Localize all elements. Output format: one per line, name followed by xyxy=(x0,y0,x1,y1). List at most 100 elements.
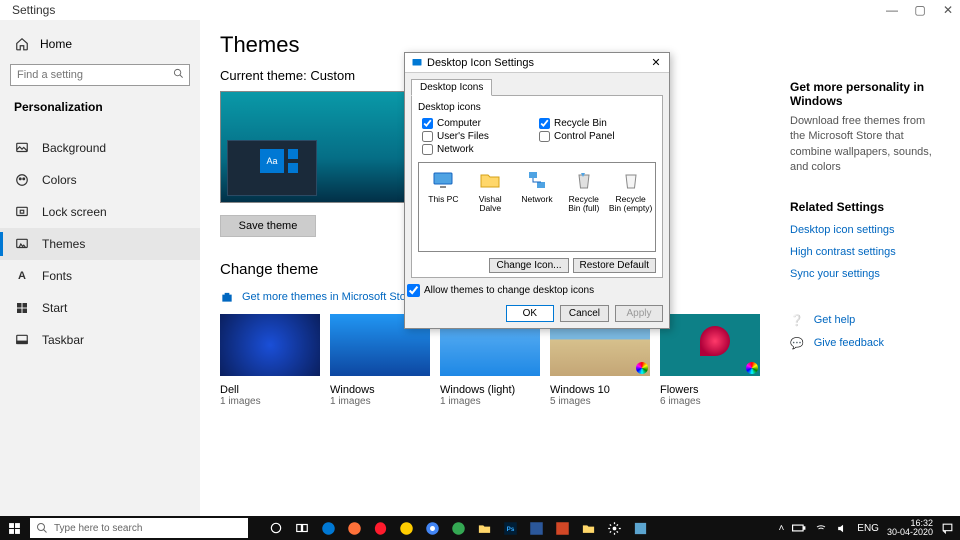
right-column: Get more personality in Windows Download… xyxy=(790,80,940,360)
app-icon[interactable] xyxy=(448,518,468,538)
network-icon xyxy=(524,167,550,193)
window-title: Settings xyxy=(12,3,55,17)
home-icon xyxy=(14,36,30,52)
icon-item[interactable]: Recycle Bin (empty) xyxy=(609,167,653,214)
desktop-icons-group-label: Desktop icons xyxy=(418,102,656,113)
taskview-icon[interactable] xyxy=(292,518,312,538)
icon-item[interactable]: Network xyxy=(515,167,559,204)
theme-name: Flowers xyxy=(660,384,760,396)
file-explorer-icon[interactable] xyxy=(474,518,494,538)
cancel-button[interactable]: Cancel xyxy=(560,305,609,322)
checkbox-label: User's Files xyxy=(437,131,489,142)
desktop-icon-settings-link[interactable]: Desktop icon settings xyxy=(790,224,940,236)
taskbar-search[interactable]: Type here to search xyxy=(30,518,248,538)
icon-label: Recycle Bin (empty) xyxy=(609,194,652,213)
tray-chevron-icon[interactable]: ˄ xyxy=(778,523,784,534)
language-indicator[interactable]: ENG xyxy=(857,523,879,534)
start-button[interactable] xyxy=(0,516,28,540)
volume-icon[interactable] xyxy=(836,522,849,535)
battery-icon[interactable] xyxy=(792,523,806,533)
svg-text:Ps: Ps xyxy=(506,526,514,533)
theme-card[interactable]: Dell 1 images xyxy=(220,314,320,407)
sidebar-item-fonts[interactable]: A Fonts xyxy=(0,260,200,292)
clock[interactable]: 16:32 30-04-2020 xyxy=(887,519,933,537)
chrome-canary-icon[interactable] xyxy=(396,518,416,538)
sidebar: Home Personalization Background Colors L… xyxy=(0,20,200,516)
dialog-tab[interactable]: Desktop Icons xyxy=(411,79,492,96)
get-help-link[interactable]: ❔ Get help xyxy=(790,314,940,327)
multi-wallpaper-icon xyxy=(746,362,758,374)
taskbar: Type here to search Ps ˄ ENG 16:32 30-04… xyxy=(0,516,960,540)
icon-item[interactable]: Recycle Bin (full) xyxy=(562,167,606,214)
minimize-button[interactable]: — xyxy=(886,3,898,17)
dialog-close-button[interactable]: ✕ xyxy=(649,56,663,69)
change-icon-button[interactable]: Change Icon... xyxy=(489,258,568,273)
restore-default-button[interactable]: Restore Default xyxy=(573,258,656,273)
computer-checkbox[interactable]: Computer xyxy=(422,117,539,130)
control-panel-checkbox[interactable]: Control Panel xyxy=(539,130,656,143)
sidebar-item-background[interactable]: Background xyxy=(0,132,200,164)
theme-card[interactable]: Flowers 6 images xyxy=(660,314,760,407)
theme-thumb xyxy=(220,314,320,376)
powerpoint-icon[interactable] xyxy=(552,518,572,538)
chrome-icon[interactable] xyxy=(422,518,442,538)
icon-item[interactable]: Vishal Dalve xyxy=(468,167,512,214)
maximize-button[interactable]: ▢ xyxy=(914,3,926,17)
wifi-icon[interactable] xyxy=(814,522,828,534)
icon-preview-list[interactable]: This PC Vishal Dalve Network Recycle Bin… xyxy=(418,162,656,252)
right-heading: Get more personality in Windows xyxy=(790,80,940,108)
photoshop-icon[interactable]: Ps xyxy=(500,518,520,538)
home-nav[interactable]: Home xyxy=(0,30,200,58)
save-theme-button[interactable]: Save theme xyxy=(220,215,316,237)
start-icon xyxy=(14,300,30,316)
settings-icon[interactable] xyxy=(604,518,624,538)
ok-button[interactable]: OK xyxy=(506,305,554,322)
dialog-title: Desktop Icon Settings xyxy=(427,57,534,69)
opera-icon[interactable] xyxy=(370,518,390,538)
store-icon xyxy=(220,290,234,304)
taskbar-search-placeholder: Type here to search xyxy=(54,523,142,534)
cortana-icon[interactable] xyxy=(266,518,286,538)
users-files-checkbox[interactable]: User's Files xyxy=(422,130,539,143)
recycle-bin-checkbox[interactable]: Recycle Bin xyxy=(539,117,656,130)
firefox-icon[interactable] xyxy=(344,518,364,538)
sidebar-item-start[interactable]: Start xyxy=(0,292,200,324)
folder-icon[interactable] xyxy=(578,518,598,538)
theme-name: Windows 10 xyxy=(550,384,650,396)
sidebar-item-colors[interactable]: Colors xyxy=(0,164,200,196)
recycle-full-icon xyxy=(571,167,597,193)
preview-tile xyxy=(288,163,298,173)
icon-label: Network xyxy=(521,194,552,204)
app-icon[interactable] xyxy=(630,518,650,538)
preview-startmenu: Aa xyxy=(227,140,317,196)
desktop-icon-settings-dialog: Desktop Icon Settings ✕ Desktop Icons De… xyxy=(404,52,670,329)
icon-item[interactable]: This PC xyxy=(421,167,465,204)
sidebar-item-taskbar[interactable]: Taskbar xyxy=(0,324,200,356)
sidebar-item-label: Lock screen xyxy=(42,205,107,219)
sidebar-item-lockscreen[interactable]: Lock screen xyxy=(0,196,200,228)
notifications-icon[interactable] xyxy=(941,522,954,535)
store-link[interactable]: Get more themes in Microsoft Store xyxy=(220,290,416,304)
sidebar-item-themes[interactable]: Themes xyxy=(0,228,200,260)
give-feedback-link[interactable]: 💬 Give feedback xyxy=(790,337,940,350)
recycle-empty-icon xyxy=(618,167,644,193)
icon-label: This PC xyxy=(428,194,458,204)
theme-preview[interactable]: Aa xyxy=(220,91,406,203)
theme-count: 6 images xyxy=(660,396,760,407)
sync-settings-link[interactable]: Sync your settings xyxy=(790,268,940,280)
edge-icon[interactable] xyxy=(318,518,338,538)
word-icon[interactable] xyxy=(526,518,546,538)
home-label: Home xyxy=(40,37,72,51)
high-contrast-link[interactable]: High contrast settings xyxy=(790,246,940,258)
theme-name: Windows xyxy=(330,384,430,396)
search-input[interactable] xyxy=(10,64,190,86)
fonts-icon: A xyxy=(14,268,30,284)
related-settings-heading: Related Settings xyxy=(790,200,940,214)
store-link-label: Get more themes in Microsoft Store xyxy=(242,291,416,303)
theme-name: Dell xyxy=(220,384,320,396)
allow-themes-checkbox[interactable]: Allow themes to change desktop icons xyxy=(407,284,669,297)
close-button[interactable]: ✕ xyxy=(942,3,954,17)
apply-button[interactable]: Apply xyxy=(615,305,663,322)
lockscreen-icon xyxy=(14,204,30,220)
network-checkbox[interactable]: Network xyxy=(422,143,539,156)
